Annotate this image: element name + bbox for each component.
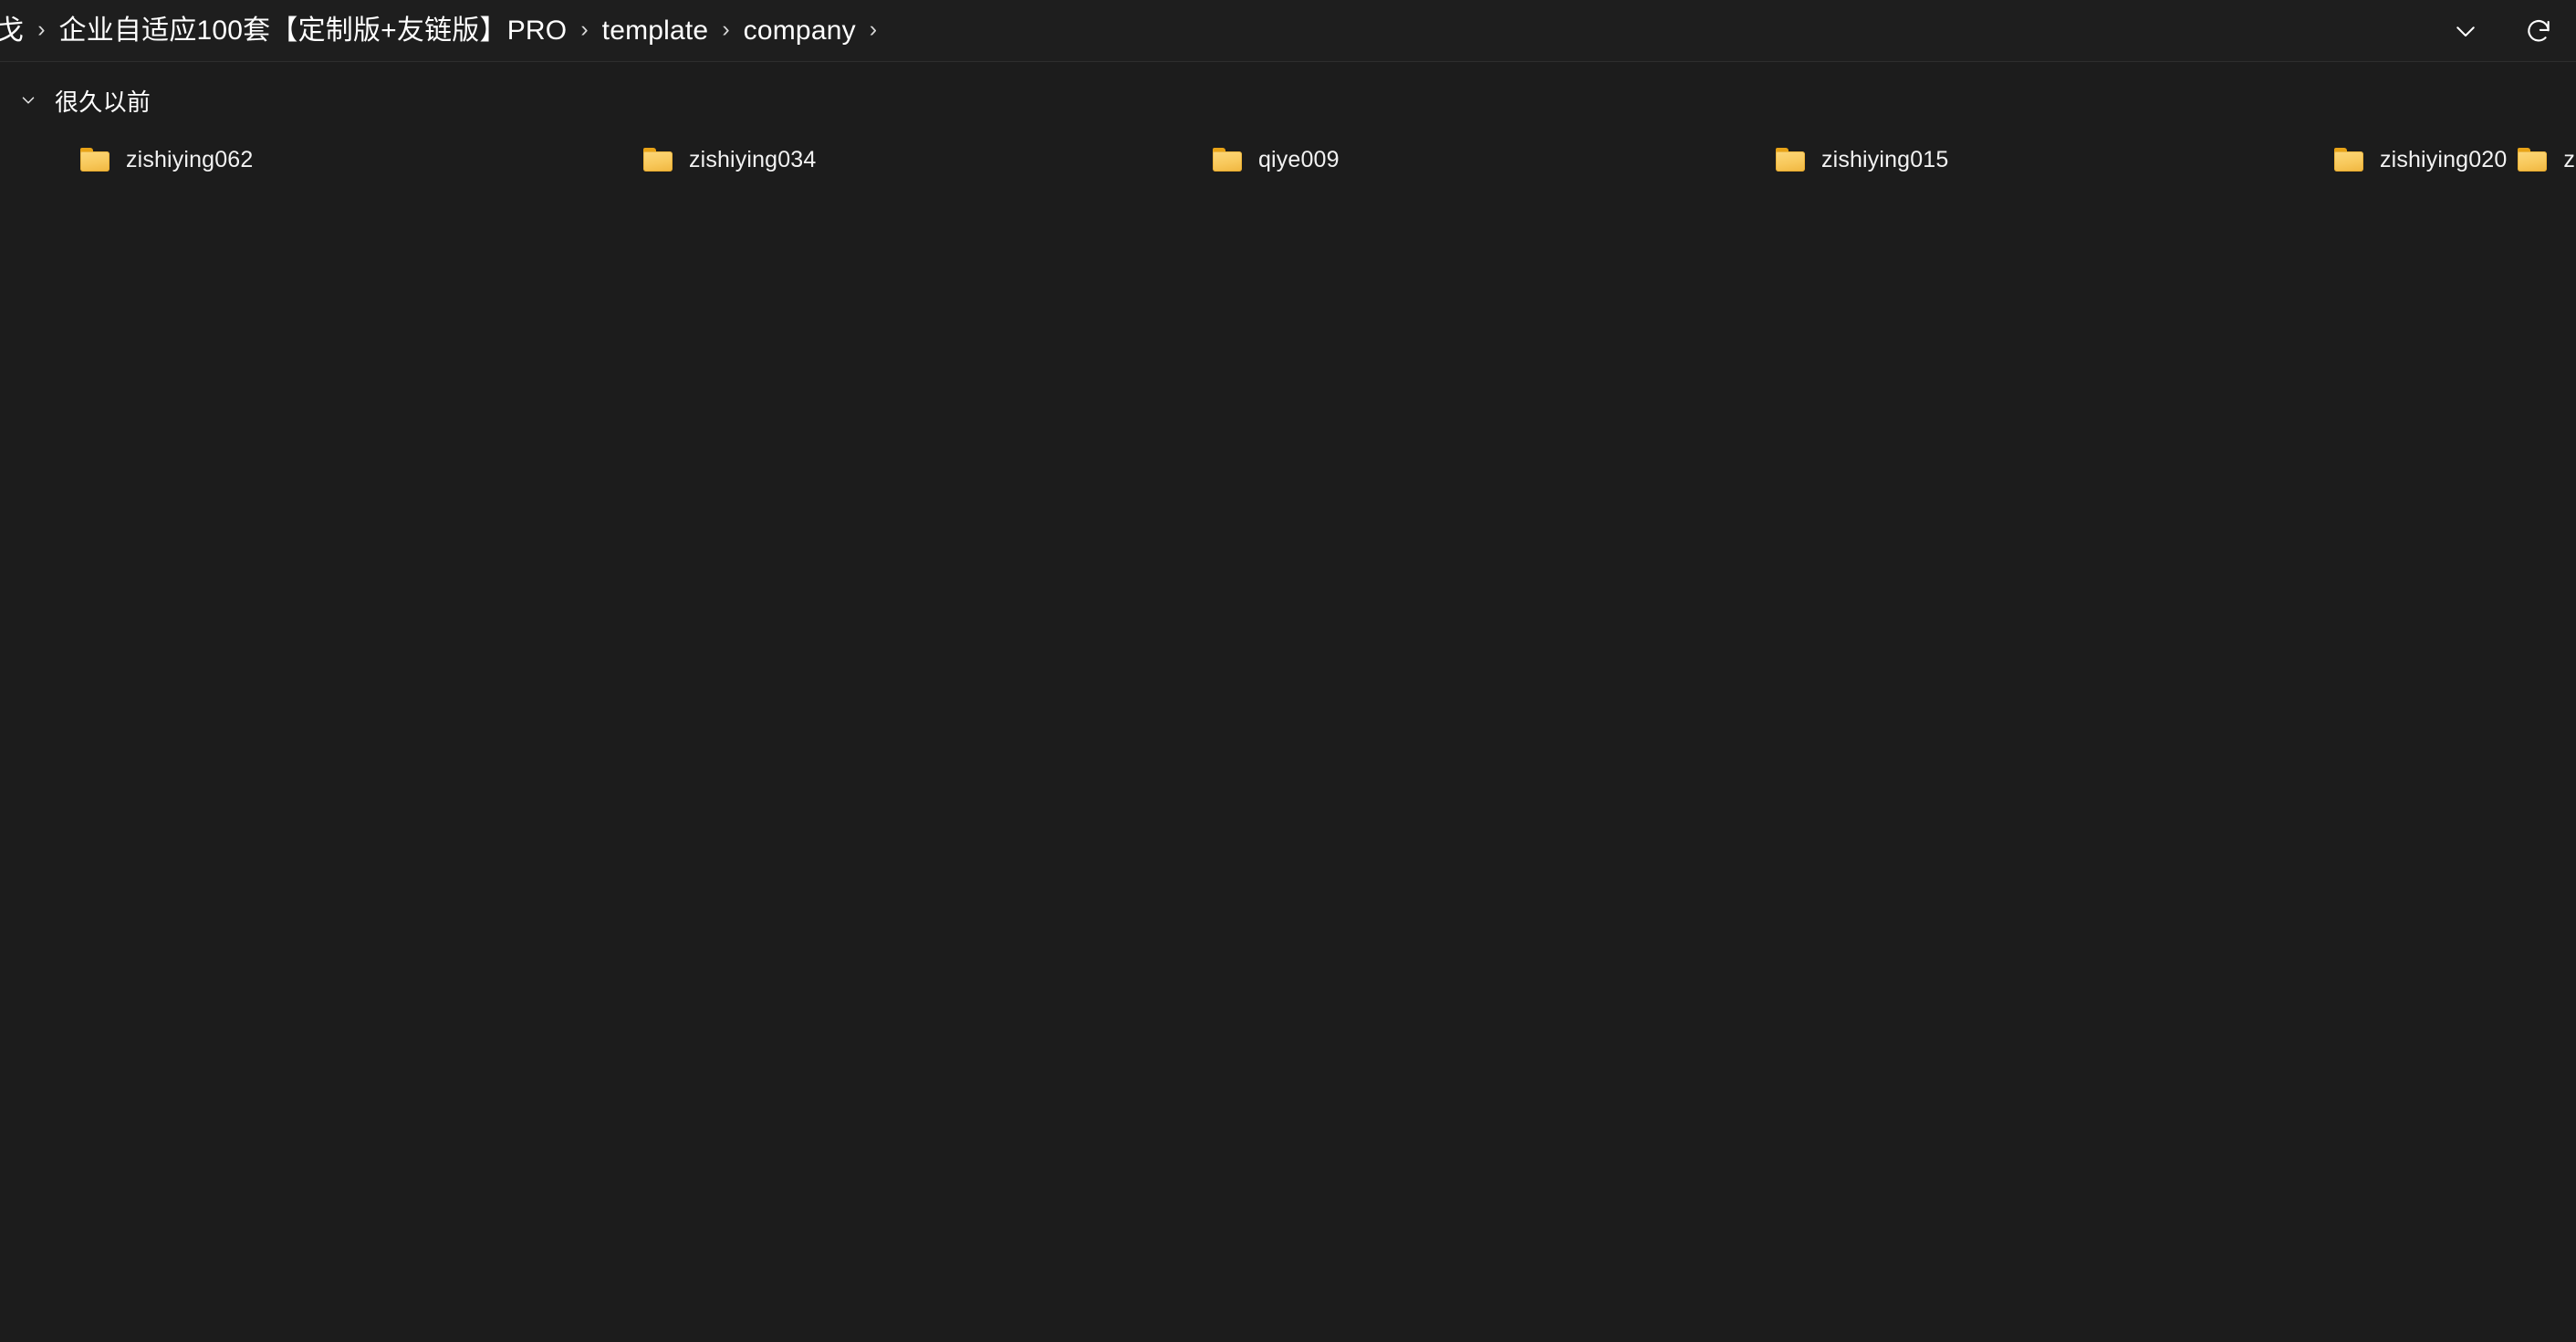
refresh-icon[interactable] — [2518, 10, 2560, 52]
folder-item-label: zishiying015 — [1821, 146, 1949, 172]
folder-icon — [1213, 148, 1242, 172]
folder-icon — [1776, 148, 1805, 172]
breadcrumb-item[interactable]: template — [600, 16, 711, 45]
folder-item-label: qiye009 — [1258, 146, 1340, 172]
folder-item-label: zishiying062 — [126, 146, 254, 172]
group-title: 很久以前 — [55, 88, 151, 116]
folder-icon — [2334, 148, 2363, 172]
folder-grid: zishiying062 zishiying034 qiye009 zishiying… — [0, 128, 2576, 192]
breadcrumb-item[interactable]: 戈 — [0, 16, 26, 45]
breadcrumb-separator-icon: › — [580, 16, 589, 42]
folder-item[interactable]: zishiying034 — [643, 128, 1213, 192]
folder-item-label: zishiying034 — [689, 146, 817, 172]
breadcrumb-separator-icon: › — [869, 16, 878, 42]
title-bar: 戈 › 企业自适应100套【定制版+友链版】PRO › template › company… — [0, 0, 2576, 62]
breadcrumb-item[interactable]: 企业自适应100套【定制版+友链版】PRO — [57, 16, 569, 45]
breadcrumb-item[interactable]: company — [742, 16, 858, 45]
folder-item[interactable]: qiye009 — [1213, 128, 1776, 192]
folder-item[interactable]: zishiying062 — [80, 128, 643, 192]
chevron-down-icon[interactable] — [16, 88, 40, 112]
breadcrumb[interactable]: 戈 › 企业自适应100套【定制版+友链版】PRO › template › company… — [0, 0, 889, 61]
folder-item-label: zishiying005 — [2563, 146, 2576, 172]
folder-item[interactable]: zishiying015 — [1776, 128, 2334, 192]
titlebar-actions — [2445, 0, 2560, 61]
folder-item[interactable]: zishiying005 — [2518, 128, 2576, 192]
folder-icon — [643, 148, 673, 172]
folder-item[interactable]: zishiying020 — [2334, 128, 2518, 192]
folder-icon — [2518, 148, 2548, 172]
group-header[interactable]: 很久以前 — [0, 78, 2576, 122]
breadcrumb-separator-icon: › — [37, 16, 46, 42]
chevron-down-icon[interactable] — [2445, 10, 2487, 52]
folder-icon — [80, 148, 110, 172]
folder-item-label: zishiying020 — [2380, 146, 2508, 172]
breadcrumb-separator-icon: › — [722, 16, 730, 42]
